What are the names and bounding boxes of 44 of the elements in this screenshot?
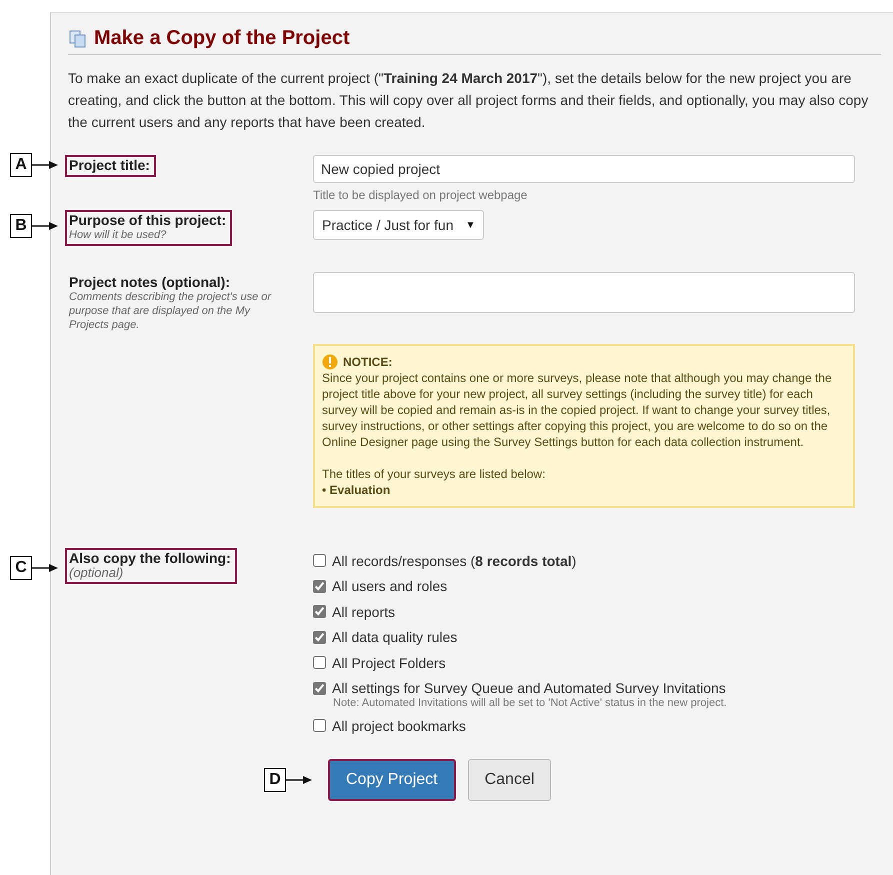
notice-text: Since your project contains one or more surveys, please note that although you may change the project title above for your new project, all survey settings (including the survey title) for each survey will be copied and remain as-is in the copied project. If want to change your survey titles, survey instructions, or other settings after copying this project, you are welcome to do so on the Online Designer page using the Survey Settings button for each data collection instrument. [322, 370, 833, 450]
checkbox[interactable] [313, 554, 326, 568]
project-title-field[interactable]: New copied project [313, 155, 855, 183]
project-notes-field[interactable] [313, 272, 855, 313]
field-description: How will it be used? [69, 228, 168, 242]
checkbox[interactable] [313, 719, 326, 732]
checkbox-label: All data quality rules [332, 629, 458, 646]
callout-arrow [32, 160, 58, 170]
field-label: Project title: [69, 157, 150, 173]
intro-text: To make an exact duplicate of the current project ("Training 24 March 2017"), set the details below for the new project you are creating, and click the button at the bottom. This will copy over all project forms and their fields, and optionally, you may also copy the current users and any reports that have been created. [68, 69, 870, 132]
callout-letter: D [264, 768, 286, 792]
field-label: Purpose of this project: [69, 212, 226, 228]
field-label: Project notes (optional): [69, 274, 231, 290]
field-description: (optional) [69, 566, 124, 580]
checkbox-label: All records/responses (8 records total) [332, 552, 576, 569]
notice-title: NOTICE: [343, 354, 392, 370]
cancel-button[interactable]: Cancel [468, 758, 552, 800]
checkbox[interactable] [313, 605, 326, 618]
checkbox[interactable] [313, 656, 326, 670]
copy-icon [68, 28, 88, 48]
field-hint: Title to be displayed on project webpage [313, 188, 528, 202]
checkbox-label: All project bookmarks [332, 718, 466, 734]
option-note: Note: Automated Invitations will all be set to 'Not Active' status in the new project. [333, 697, 728, 709]
checkbox[interactable] [313, 630, 326, 644]
checkbox-label: All reports [332, 604, 396, 620]
callout-letter: B [10, 214, 32, 238]
warning-icon [322, 354, 338, 370]
purpose-dropdown[interactable]: Practice / Just for fun ▼ [313, 210, 484, 240]
callout-arrow [32, 563, 58, 573]
checkbox-label: All settings for Survey Queue and Automated Survey Invitations [332, 680, 726, 696]
callout-arrow [32, 221, 58, 231]
callout-letter: A [10, 153, 32, 177]
copy-project-button[interactable]: Copy Project [328, 758, 456, 800]
field-label: Also copy the following: [69, 550, 231, 566]
checkbox[interactable] [313, 580, 326, 593]
page-heading: Make a Copy of the Project [94, 27, 350, 50]
callout-arrow [286, 774, 312, 784]
checkbox-label: All Project Folders [332, 654, 446, 671]
checkbox[interactable] [313, 682, 326, 695]
callout-letter: C [10, 556, 32, 580]
field-description: Comments describing the project's use or purpose that are displayed on the My Projects page. [69, 290, 272, 332]
checkbox-label: All users and roles [332, 578, 448, 594]
notice-text: The titles of your surveys are listed below: [322, 466, 546, 482]
survey-title: • Evaluation [322, 482, 392, 498]
